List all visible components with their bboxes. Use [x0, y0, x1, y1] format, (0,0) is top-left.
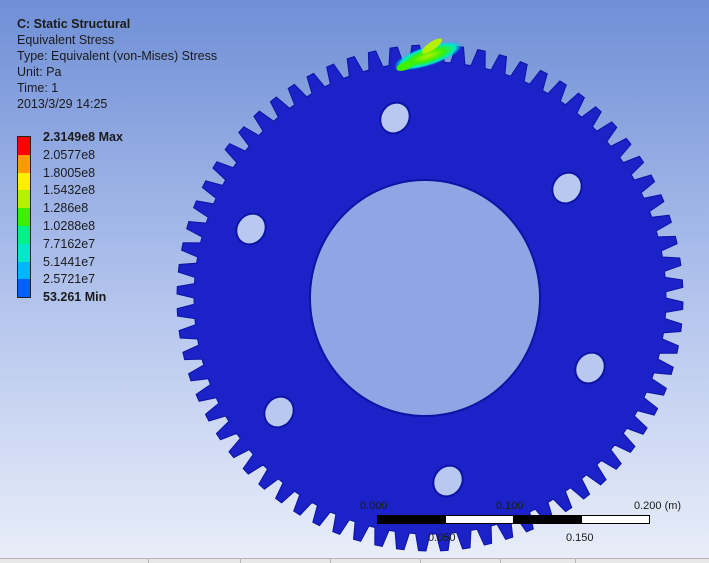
scale-bar-segment: [581, 515, 650, 524]
viewport-bottom-strip: [0, 558, 709, 563]
legend-label: 1.8005e8: [43, 165, 96, 180]
scale-bar-segment: [377, 515, 446, 524]
scale-label-150: 0.150: [566, 532, 594, 544]
result-time: Time: 1: [17, 81, 59, 95]
legend-color-bar: [17, 136, 31, 299]
scale-label-200: 0.200 (m): [634, 500, 682, 512]
legend-swatch-3: [18, 172, 30, 191]
legend-label: 1.286e8: [43, 201, 89, 216]
legend-label: 2.0577e8: [43, 147, 96, 162]
scale-bar-segment: [513, 515, 582, 524]
legend-label: 2.5721e7: [43, 272, 96, 287]
result-date: 2013/3/29 14:25: [17, 97, 108, 111]
legend-swatch-1: [18, 137, 30, 155]
result-name: Equivalent Stress: [17, 33, 115, 47]
scale-label-100: 0.100: [496, 500, 524, 512]
analysis-title: C: Static Structural: [17, 17, 131, 31]
legend-swatch-7: [18, 243, 30, 262]
legend-max-label: 2.3149e8 Max: [43, 130, 123, 144]
scale-label-0: 0.000: [360, 500, 388, 512]
legend-label: 7.7162e7: [43, 236, 96, 251]
legend-swatch-6: [18, 225, 30, 244]
center-bore: [309, 179, 541, 417]
result-info: C: Static Structural Equivalent Stress T…: [17, 16, 217, 112]
scale-label-50: 0.050: [428, 532, 456, 544]
scale-ruler: 0.000 0.100 0.200 (m) 0.050 0.150: [360, 500, 700, 550]
legend-swatch-8: [18, 261, 30, 280]
result-unit: Unit: Pa: [17, 65, 62, 79]
legend-min-label: 53.261 Min: [43, 290, 107, 305]
scale-bar-segment: [445, 515, 514, 524]
graphics-viewport[interactable]: C: Static Structural Equivalent Stress T…: [0, 0, 709, 563]
legend-swatch-9: [18, 279, 30, 298]
legend-label: 1.5432e8: [43, 183, 96, 198]
legend-label: 5.1441e7: [43, 254, 96, 269]
legend-label: 1.0288e8: [43, 218, 96, 233]
legend-swatch-4: [18, 190, 30, 209]
legend-swatch-2: [18, 154, 30, 173]
result-type: Type: Equivalent (von-Mises) Stress: [17, 49, 218, 63]
legend-swatch-5: [18, 208, 30, 226]
